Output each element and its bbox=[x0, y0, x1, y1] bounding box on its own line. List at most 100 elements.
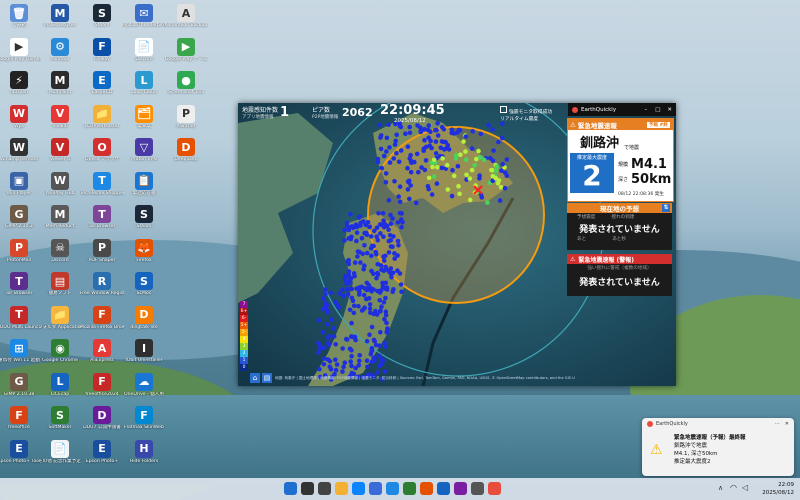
station-dot bbox=[431, 174, 437, 179]
scale-step-label: 3 bbox=[242, 344, 246, 349]
desktop-icon[interactable]: V Vivaldi bbox=[38, 104, 82, 130]
explorer-icon[interactable] bbox=[335, 482, 348, 495]
desktop-icon[interactable]: ▶ Google Play Games bbox=[0, 37, 41, 63]
desktop-icon[interactable]: ✉ MozillaThunderbird bbox=[122, 4, 166, 29]
volume-icon[interactable]: ◁ bbox=[742, 483, 748, 492]
desktop-icon[interactable]: E EasyBCD bbox=[80, 71, 124, 96]
desktop-icon[interactable]: A AliExpress bbox=[80, 339, 124, 364]
desktop-icon[interactable]: D DDU7 公開申請書 bbox=[80, 406, 124, 431]
desktop-icon[interactable]: W WinPlay Hub bbox=[38, 171, 82, 197]
maximize-icon[interactable]: □ bbox=[651, 107, 664, 113]
settings-icon[interactable] bbox=[471, 482, 484, 495]
desktop-icon[interactable]: TTODO Multi Launcher bbox=[0, 305, 41, 331]
search-icon[interactable] bbox=[301, 482, 314, 495]
desktop-icon[interactable]: A Ashampoo Backup bbox=[164, 4, 208, 29]
toast-more-icon[interactable]: ··· bbox=[775, 421, 780, 427]
close-icon[interactable]: ✕ bbox=[664, 107, 676, 113]
firefox-icon[interactable] bbox=[420, 482, 433, 495]
desktop-icon[interactable]: 🗂 電卓案 bbox=[122, 104, 166, 130]
desktop-icon[interactable]: 📄その他 記念作業予定.txt bbox=[38, 439, 82, 465]
desktop-icon[interactable]: D DeepSkep bbox=[164, 138, 208, 163]
desktop-icon[interactable]: W Winamp Remote bbox=[0, 138, 41, 163]
desktop-icon[interactable]: W Wps bbox=[0, 104, 41, 130]
desktop-icon[interactable]: M Malwarebytes bbox=[38, 4, 82, 29]
desktop-icon[interactable]: ☠ Discord bbox=[38, 238, 82, 264]
desktop-icon[interactable]: S ScMoc bbox=[122, 272, 166, 297]
wifi-icon[interactable]: ◠ bbox=[730, 483, 737, 492]
store-icon[interactable] bbox=[369, 482, 382, 495]
desktop-icon[interactable]: S Steam bbox=[122, 205, 166, 230]
desktop-icon[interactable]: F Finway bbox=[80, 37, 124, 63]
desktop-icon[interactable]: I IObit Uninstaller bbox=[122, 339, 166, 364]
desktop-icon[interactable]: Ffreeoffice bbox=[0, 406, 41, 431]
notification-toast[interactable]: EarthQuickly ··· ✕ ⚠ 緊急地震速報（予報）最終報 釧路沖で地… bbox=[642, 418, 794, 476]
taskview-icon[interactable] bbox=[318, 482, 331, 495]
desktop-icon[interactable]: ☁ OneDrive - 個人用 bbox=[122, 372, 166, 398]
desktop-icon[interactable]: ◉ Google Chrome bbox=[38, 339, 82, 364]
earthquickly-icon[interactable] bbox=[488, 482, 501, 495]
desktop-icon[interactable]: 🗑 ごみ箱 bbox=[0, 4, 41, 29]
desktop-icon[interactable]: T Tor Browser bbox=[0, 272, 41, 297]
desktop-icon[interactable]: ▽ Proton VPN bbox=[122, 138, 166, 163]
desktop-icon[interactable]: M Mem Reduct bbox=[38, 205, 82, 230]
desktop-icon[interactable]: P PDF Shaper bbox=[80, 238, 124, 264]
desktop-icon[interactable]: 📁 フォルダ Application bbox=[38, 305, 82, 331]
scale-step: 4 bbox=[240, 336, 248, 343]
station-dot bbox=[425, 127, 431, 133]
earthquickly-window[interactable]: 地震感知件数 アプリ地震情報 1 ピア数 P2P地震情報 2062 22:09:… bbox=[238, 103, 676, 386]
desktop-icon[interactable]: S Steam bbox=[80, 4, 124, 29]
desktop-icon[interactable]: E Epson Photo+ Tool bbox=[0, 439, 41, 465]
checkbox-icon[interactable] bbox=[500, 106, 507, 113]
desktop-icon[interactable]: ⚡ nbOpen bbox=[0, 71, 41, 96]
minimize-icon[interactable]: – bbox=[640, 107, 651, 113]
window-titlebar[interactable]: EarthQuickly – □ ✕ bbox=[568, 103, 676, 116]
desktop-icon[interactable]: 📋 電話応答書 bbox=[122, 171, 166, 197]
map-attribution: 地図: 気象庁 | 国土地理院 | 地震情報: P2P地震情報 | 強震モニタ:… bbox=[275, 376, 575, 380]
edge-icon[interactable] bbox=[352, 482, 365, 495]
desktop-icon[interactable]: G GIMP 2.10.38 bbox=[0, 372, 41, 398]
desktop-icon[interactable]: Ffreeoffice2024 bbox=[80, 372, 124, 398]
station-dot bbox=[352, 260, 358, 265]
desktop-icon[interactable]: 📁 LCRPVerMaster bbox=[80, 104, 124, 130]
desktop-icon[interactable]: M MultiPaint bbox=[38, 71, 82, 96]
desktop-icon[interactable]: T TechRecov Shopper bbox=[80, 171, 124, 197]
station-dot bbox=[422, 137, 427, 143]
home-button[interactable]: ⌂ bbox=[250, 373, 260, 383]
layers-button[interactable]: ▤ bbox=[262, 373, 272, 383]
desktop-icon[interactable]: ▣ Win Player bbox=[0, 171, 41, 197]
desktop-icon[interactable]: FMozilla Firefox Browser bbox=[80, 305, 124, 331]
desktop-icon[interactable]: ▤ 簡易ソフト bbox=[38, 272, 82, 297]
desktop-icon[interactable]: Ddingtalk-lite bbox=[122, 305, 166, 331]
desktop-icon[interactable]: 🦊 Firefox bbox=[122, 238, 166, 264]
desktop-icon[interactable]: V Viewer 6 bbox=[38, 138, 82, 163]
desktop-icon[interactable]: S SoftMaker bbox=[38, 406, 82, 431]
desktop-icon[interactable]: P Paintnet bbox=[164, 104, 208, 130]
desktop-icon[interactable]: ● Screenshot Tool bbox=[164, 71, 208, 96]
desktop-icon-label: DeepSkep bbox=[174, 157, 198, 162]
station-dot bbox=[354, 230, 360, 235]
thunderbird-icon[interactable] bbox=[437, 482, 450, 495]
desktop-icon[interactable]: 📄 Discord bbox=[122, 37, 166, 63]
desktop-icon[interactable]: E Epson Photo+ bbox=[80, 439, 124, 465]
tray-chevron-icon[interactable]: ∧ bbox=[718, 484, 723, 492]
app-icon: I bbox=[135, 339, 153, 357]
clock[interactable]: 22:09 2025/08/12 bbox=[760, 481, 794, 497]
desktop-icon[interactable]: ⚙ Minitool bbox=[38, 37, 82, 63]
desktop-icon[interactable]: T Tor Browser bbox=[80, 205, 124, 230]
desktop-icon[interactable]: ▶ Google Play ゲーム bbox=[164, 37, 208, 63]
refresh-icon[interactable]: ⇅ bbox=[662, 204, 670, 212]
desktop-icon[interactable]: L LICEcap bbox=[38, 372, 82, 398]
photos-icon[interactable] bbox=[454, 482, 467, 495]
desktop-icon[interactable]: P ProtonMail bbox=[0, 238, 41, 264]
desktop-icon[interactable]: H Hide Folders bbox=[122, 439, 166, 465]
start-icon[interactable] bbox=[284, 482, 297, 495]
desktop-icon[interactable]: G GIMP 2.10.2 bbox=[0, 205, 41, 230]
desktop-icon[interactable]: ⊞ 重ね付 Win 11 起動 bbox=[0, 339, 41, 364]
desktop-icon[interactable]: O Opera ブラウザ bbox=[80, 138, 124, 163]
toast-close-icon[interactable]: ✕ bbox=[785, 421, 789, 427]
desktop-icon[interactable]: RFree Window Registry Repair bbox=[80, 272, 124, 297]
desktop-icon[interactable]: L Loop Cloud bbox=[122, 71, 166, 96]
chrome-icon[interactable] bbox=[403, 482, 416, 495]
desktop-icon[interactable]: F Flatmax SkinWeb bbox=[122, 406, 166, 431]
mail-icon[interactable] bbox=[386, 482, 399, 495]
